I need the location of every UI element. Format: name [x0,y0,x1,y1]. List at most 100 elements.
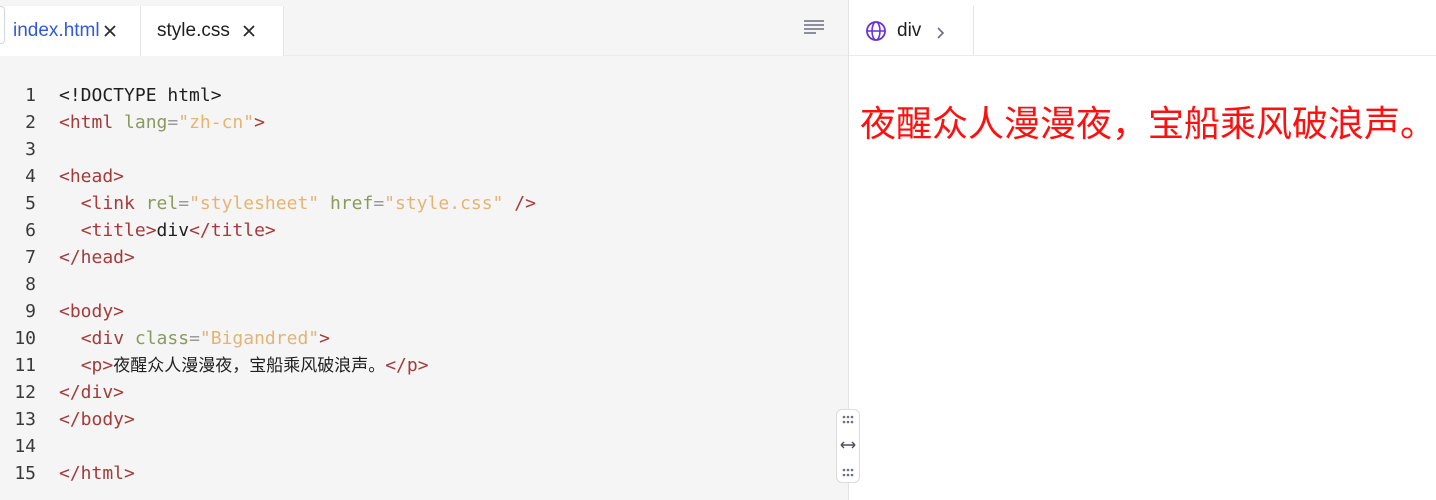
code-text: <head> [36,163,124,190]
line-number: 2 [25,112,36,133]
code-text: </html> [36,460,135,487]
code-token: "stylesheet" [189,193,320,214]
code-token: "zh-cn" [178,112,255,133]
code-line[interactable]: 2 <html lang="zh-cn"> [0,109,848,136]
code-token: <body> [59,301,125,322]
line-number: 14 [14,436,36,457]
code-line[interactable]: 14 [0,433,848,460]
chevron-right-icon[interactable] [935,26,945,40]
code-token: <!DOCTYPE html> [59,85,222,106]
preview-paragraph: 夜醒众人漫漫夜，宝船乘风破浪声。 [860,104,1436,145]
editor-tab-bar: index.html style.css [0,0,848,56]
code-token: = [189,328,200,349]
code-line[interactable]: 11 <p>夜醒众人漫漫夜，宝船乘风破浪声。</p> [0,352,848,379]
code-token: lang [124,112,168,133]
globe-icon [866,21,886,41]
code-line[interactable]: 8 [0,271,848,298]
code-line[interactable]: 13 </body> [0,406,848,433]
code-line[interactable]: 9 <body> [0,298,848,325]
code-token: = [167,112,179,133]
code-text: <body> [36,298,124,325]
code-token: href [329,193,374,214]
line-number: 3 [25,139,36,160]
code-token: "Bigandred" [199,328,320,349]
code-token: <div [80,328,135,349]
line-number: 15 [14,463,36,484]
drag-dots-icon [842,468,854,477]
line-number: 12 [14,382,36,403]
code-text: </body> [36,406,135,433]
code-token: <head> [59,166,125,187]
tab-label: index.html [13,20,100,41]
line-number: 9 [25,301,36,322]
code-text: <title>div</title> [36,217,276,244]
code-line[interactable]: 4 <head> [0,163,848,190]
code-line[interactable]: 15 </html> [0,460,848,487]
line-number: 6 [25,220,36,241]
code-token: </body> [59,409,135,430]
code-area[interactable]: 1 <!DOCTYPE html> 2 <html lang="zh-cn"> 3 4 <h… [0,82,848,487]
close-icon[interactable] [103,24,117,38]
code-editor-pane: index.html style.css 1 <!DOCTYPE html> 2 <h… [0,0,848,500]
preview-tab-underline [849,55,1436,56]
code-text: <div class="Bigandred"> [36,325,330,352]
code-token: </p> [385,355,429,376]
code-line[interactable]: 1 <!DOCTYPE html> [0,82,848,109]
code-token: div [156,220,190,241]
line-number: 5 [25,193,36,214]
code-token: <title> [80,220,157,241]
code-token: <html [59,112,125,133]
line-number: 8 [25,274,36,295]
line-number: 1 [25,85,36,106]
preview-tab[interactable]: div [849,6,974,56]
tab-index-html[interactable]: index.html [0,6,141,56]
active-tab-marker [0,6,5,44]
menu-lines-icon[interactable] [803,19,825,35]
line-number: 13 [14,409,36,430]
code-token: rel [145,193,179,214]
pane-resize-handle[interactable] [836,409,860,483]
tab-style-css[interactable]: style.css [141,6,284,56]
line-number: 7 [25,247,36,268]
code-token: /> [503,193,536,214]
code-token: "style.css" [384,193,504,214]
close-icon[interactable] [242,24,256,38]
code-line[interactable]: 6 <title>div</title> [0,217,848,244]
code-token: </div> [59,382,125,403]
code-line[interactable]: 5 <link rel="stylesheet" href="style.css… [0,190,848,217]
code-token: 夜醒众人漫漫夜，宝船乘风破浪声。 [113,356,386,376]
preview-tab-label: div [897,20,922,41]
code-line[interactable]: 12 </div> [0,379,848,406]
code-token: <link [80,193,146,214]
code-token: = [373,193,385,214]
code-text: <!DOCTYPE html> [36,82,222,109]
code-token: <p> [80,355,114,376]
code-line[interactable]: 7 </head> [0,244,848,271]
code-line[interactable]: 3 [0,136,848,163]
code-token: </html> [59,463,135,484]
line-number: 4 [25,166,36,187]
code-token: class [134,328,190,349]
code-text: <link rel="stylesheet" href="style.css" … [36,190,536,217]
line-number: 11 [14,355,36,376]
code-token: > [254,112,265,133]
code-line[interactable]: 10 <div class="Bigandred"> [0,325,848,352]
line-number: 10 [14,328,36,349]
code-token: </head> [59,247,135,268]
horizontal-resize-icon [840,441,856,449]
code-text: </head> [36,244,135,271]
code-token: </title> [189,220,276,241]
code-text: <p>夜醒众人漫漫夜，宝船乘风破浪声。</p> [36,352,429,379]
preview-pane: div 夜醒众人漫漫夜，宝船乘风破浪声。 [849,0,1436,500]
code-token: = [178,193,190,214]
drag-dots-icon [842,415,854,424]
code-token: > [319,328,330,349]
